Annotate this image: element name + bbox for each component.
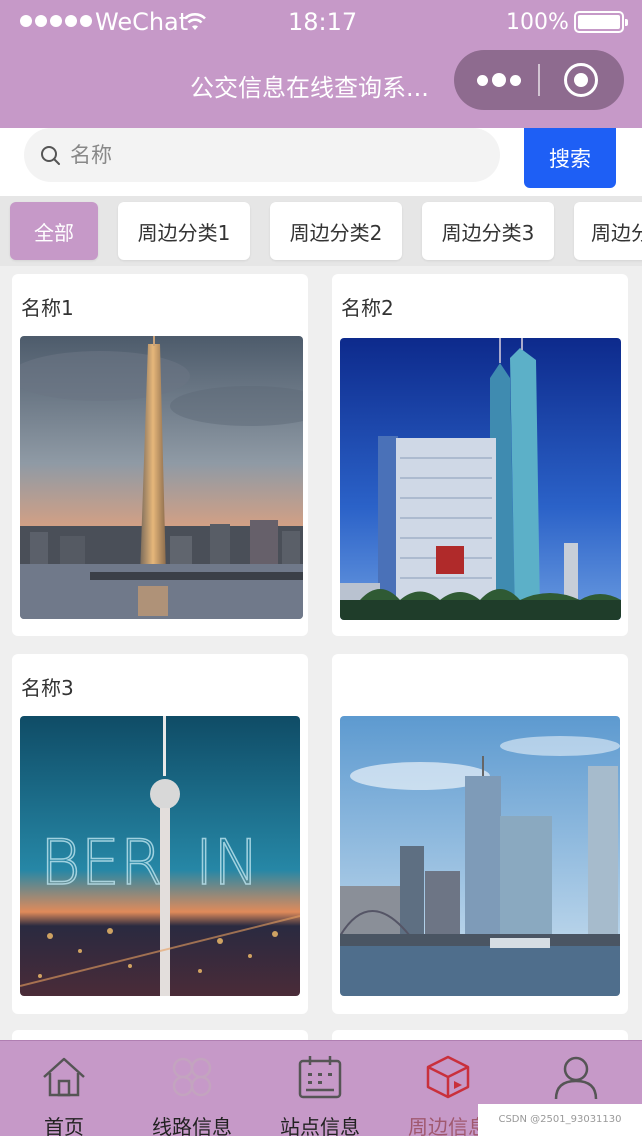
card-name: 名称2 (341, 296, 394, 320)
place-card[interactable]: 名称2 (332, 274, 628, 636)
header: WeChat 18:17 100% 公交信息在线查询系... (0, 0, 642, 128)
city-tower-image[interactable] (20, 336, 303, 619)
close-target-icon[interactable] (564, 63, 598, 97)
status-time: 18:17 (288, 8, 358, 36)
watermark: CSDN @2501_93031130 (478, 1104, 642, 1136)
search-icon (41, 146, 60, 165)
box-icon (426, 1055, 470, 1099)
mini-program-capsule (454, 50, 624, 110)
tab-label: 线路信息 (152, 1115, 232, 1136)
carrier-label: WeChat (95, 8, 189, 36)
svg-text:IN: IN (195, 826, 260, 899)
river-skyline-image[interactable] (340, 716, 620, 996)
place-card[interactable]: 名称1 (12, 274, 308, 636)
place-card[interactable]: 名称3 BER IN (12, 654, 308, 1014)
card-name: 名称1 (21, 296, 74, 320)
status-bar: WeChat 18:17 100% (0, 0, 642, 44)
tab-label: 站点信息 (280, 1115, 360, 1136)
capsule-divider (538, 64, 540, 96)
skyscrapers-image[interactable] (340, 338, 621, 620)
search-field[interactable] (24, 128, 500, 182)
signal-icon (20, 15, 92, 27)
category-tab-1[interactable]: 周边分类1 (118, 202, 250, 260)
battery-percent: 100% (506, 10, 569, 35)
category-tab-3[interactable]: 周边分类3 (422, 202, 554, 260)
battery-icon (574, 11, 628, 33)
home-icon (43, 1057, 85, 1097)
calendar-icon (298, 1056, 342, 1099)
page-title: 公交信息在线查询系... (190, 74, 429, 102)
berlin-tv-tower-image[interactable]: BER IN (20, 716, 300, 996)
tab-routes[interactable]: 线路信息 (128, 1041, 256, 1136)
tab-home[interactable]: 首页 (0, 1041, 128, 1136)
search-bar: 搜索 (0, 128, 642, 196)
tab-label: 首页 (44, 1115, 84, 1136)
search-input[interactable] (70, 138, 490, 172)
wifi-icon (184, 13, 206, 30)
category-tab-4[interactable]: 周边分类4 (574, 202, 642, 260)
card-name: 名称3 (21, 676, 74, 700)
svg-text:BER: BER (40, 826, 163, 899)
search-button[interactable]: 搜索 (524, 128, 616, 188)
more-menu-icon[interactable] (474, 64, 524, 96)
category-tab-all[interactable]: 全部 (10, 202, 98, 260)
category-tab-2[interactable]: 周边分类2 (270, 202, 402, 260)
user-icon (554, 1056, 598, 1100)
place-card[interactable] (332, 654, 628, 1014)
category-tabs: 全部 周边分类1 周边分类2 周边分类3 周边分类4 (0, 196, 642, 266)
tab-stations[interactable]: 站点信息 (256, 1041, 384, 1136)
route-icon (172, 1057, 212, 1097)
